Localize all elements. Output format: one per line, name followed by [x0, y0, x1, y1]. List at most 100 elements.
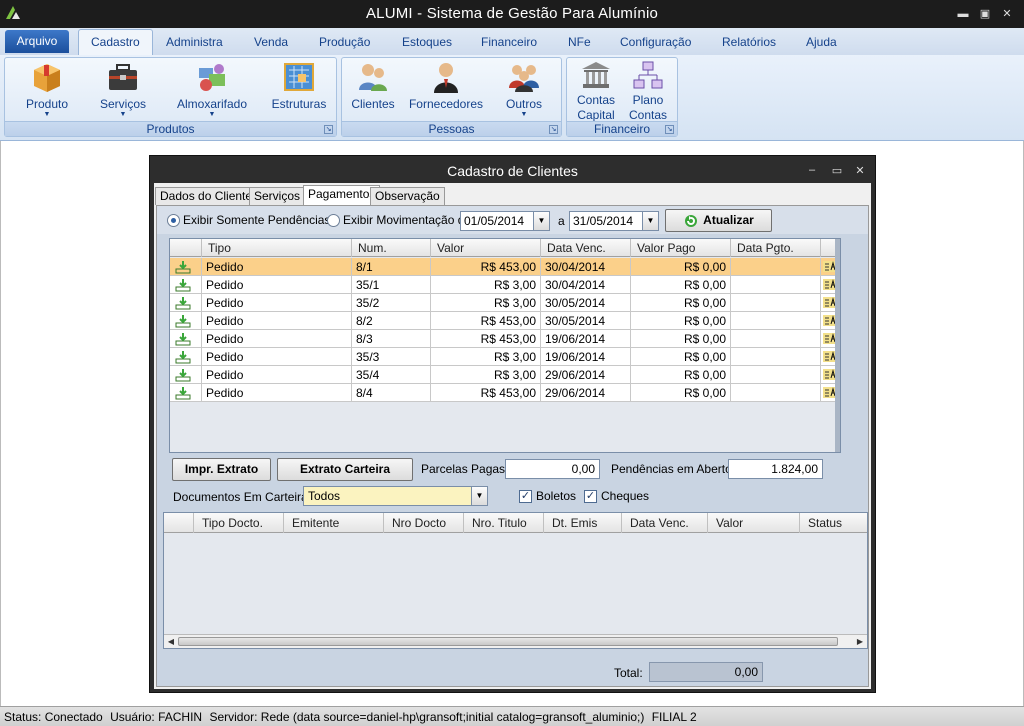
row-selector[interactable] — [170, 312, 202, 330]
col-header-nro-titulo[interactable]: Nro. Titulo — [464, 513, 544, 533]
servicos-button[interactable]: Serviços ▼ — [95, 60, 151, 119]
cell-tipo: Pedido — [202, 294, 352, 312]
dialog-launcher-icon[interactable]: ↘ — [549, 125, 558, 134]
col-header-num[interactable]: Num. — [352, 239, 431, 257]
plano-contas-label-1: Plano — [632, 93, 664, 107]
impr-extrato-button[interactable]: Impr. Extrato — [172, 458, 271, 481]
row-selector[interactable] — [170, 366, 202, 384]
tab-servicos[interactable]: Serviços — [249, 187, 306, 205]
dialog-launcher-icon[interactable]: ↘ — [665, 125, 674, 134]
pendencias-field[interactable]: 1.824,00 — [728, 459, 823, 479]
radio-movement[interactable]: Exibir Movimentação de: — [327, 213, 474, 227]
tab-relatorios[interactable]: Relatórios — [722, 35, 776, 49]
table-row[interactable]: Pedido 35/4 R$ 3,00 29/06/2014 R$ 0,00 — [170, 366, 840, 384]
tab-estoques[interactable]: Estoques — [402, 35, 452, 49]
wallet-grid-hscrollbar[interactable]: ◀ ▶ — [164, 634, 867, 648]
tab-producao[interactable]: Produção — [319, 35, 370, 49]
payments-grid[interactable]: Tipo Num. Valor Data Venc. Valor Pago Da… — [169, 238, 841, 453]
restore-button[interactable]: ▣ — [976, 6, 994, 22]
tab-pagamentos[interactable]: Pagamentos — [303, 185, 381, 205]
tab-nfe[interactable]: NFe — [568, 35, 591, 49]
chevron-down-icon[interactable]: ▼ — [471, 487, 487, 505]
radio-movement-indicator[interactable] — [327, 213, 340, 227]
plano-contas-button[interactable]: Plano Contas — [625, 60, 671, 123]
payments-grid-scrollbar[interactable] — [835, 239, 840, 452]
row-selector[interactable] — [170, 258, 202, 276]
almoxarifado-button[interactable]: Almoxarifado ▼ — [172, 60, 252, 119]
row-selector[interactable] — [170, 330, 202, 348]
row-selector[interactable] — [170, 348, 202, 366]
cell-valor: R$ 453,00 — [431, 258, 541, 276]
clientes-button[interactable]: Clientes — [350, 60, 396, 111]
tab-financeiro[interactable]: Financeiro — [481, 35, 537, 49]
parcelas-pagas-field[interactable]: 0,00 — [505, 459, 600, 479]
tab-cadastro[interactable]: Cadastro — [78, 29, 153, 56]
cheques-checkbox[interactable]: ✓ Cheques — [584, 489, 649, 503]
col-header-data-venc[interactable]: Data Venc. — [622, 513, 708, 533]
dialog-launcher-icon[interactable]: ↘ — [324, 125, 333, 134]
row-selector[interactable] — [170, 384, 202, 402]
row-selector[interactable] — [170, 294, 202, 312]
chevron-down-icon[interactable]: ▼ — [533, 212, 549, 230]
extrato-carteira-button[interactable]: Extrato Carteira — [277, 458, 413, 481]
table-row[interactable]: Pedido 35/3 R$ 3,00 19/06/2014 R$ 0,00 — [170, 348, 840, 366]
child-minimize-button[interactable]: – — [804, 164, 820, 176]
ribbon-group-label: Pessoas — [342, 121, 561, 136]
clientes-label: Clientes — [351, 97, 395, 111]
produto-button[interactable]: Produto ▼ — [19, 60, 75, 119]
col-header-status[interactable]: Status — [800, 513, 867, 533]
atualizar-button[interactable]: Atualizar — [665, 209, 772, 232]
child-close-button[interactable]: ✕ — [852, 164, 868, 177]
date-from-picker[interactable]: 01/05/2014 ▼ — [460, 211, 550, 231]
users-icon — [359, 64, 387, 91]
tab-ajuda[interactable]: Ajuda — [806, 35, 837, 49]
col-header-emitente[interactable]: Emitente — [284, 513, 384, 533]
radio-pending-indicator[interactable] — [167, 213, 180, 227]
scroll-right-icon[interactable]: ▶ — [853, 635, 867, 648]
scroll-left-icon[interactable]: ◀ — [164, 635, 178, 648]
col-header-valor[interactable]: Valor — [431, 239, 541, 257]
col-header-data-venc[interactable]: Data Venc. — [541, 239, 631, 257]
date-to-value: 31/05/2014 — [573, 214, 634, 228]
cell-pgto — [731, 312, 821, 330]
col-header-tipo-docto[interactable]: Tipo Docto. — [194, 513, 284, 533]
table-row[interactable]: Pedido 35/2 R$ 3,00 30/05/2014 R$ 0,00 — [170, 294, 840, 312]
col-header-valor[interactable]: Valor — [708, 513, 800, 533]
estruturas-button[interactable]: Estruturas — [269, 60, 329, 111]
tab-venda[interactable]: Venda — [254, 35, 288, 49]
check-icon[interactable]: ✓ — [584, 489, 597, 503]
col-header-data-pgto[interactable]: Data Pgto. — [731, 239, 821, 257]
tab-observacao[interactable]: Observação — [370, 187, 445, 205]
contas-capital-button[interactable]: Contas Capital — [573, 60, 619, 123]
table-row[interactable]: Pedido 8/1 R$ 453,00 30/04/2014 R$ 0,00 — [170, 258, 840, 276]
chevron-down-icon[interactable]: ▼ — [642, 212, 658, 230]
col-header-dt-emis[interactable]: Dt. Emis — [544, 513, 622, 533]
outros-button[interactable]: Outros ▼ — [500, 60, 548, 119]
tab-administra[interactable]: Administra — [166, 35, 223, 49]
table-row[interactable]: Pedido 35/1 R$ 3,00 30/04/2014 R$ 0,00 — [170, 276, 840, 294]
boletos-checkbox[interactable]: ✓ Boletos — [519, 489, 576, 503]
col-header-valor-pago[interactable]: Valor Pago — [631, 239, 731, 257]
tab-dados-do-cliente[interactable]: Dados do Cliente — [155, 187, 258, 205]
wallet-grid[interactable]: Tipo Docto. Emitente Nro Docto Nro. Titu… — [163, 512, 868, 649]
check-icon[interactable]: ✓ — [519, 489, 532, 503]
col-header-tipo[interactable]: Tipo — [202, 239, 352, 257]
radio-pending-label: Exibir Somente Pendências — [183, 213, 331, 227]
table-row[interactable]: Pedido 8/3 R$ 453,00 19/06/2014 R$ 0,00 — [170, 330, 840, 348]
child-maximize-button[interactable]: ▭ — [829, 164, 845, 177]
close-button[interactable]: ✕ — [998, 6, 1016, 22]
fornecedores-button[interactable]: Fornecedores — [408, 60, 484, 111]
cell-tipo: Pedido — [202, 384, 352, 402]
table-row[interactable]: Pedido 8/4 R$ 453,00 29/06/2014 R$ 0,00 — [170, 384, 840, 402]
download-icon — [175, 387, 191, 400]
table-row[interactable]: Pedido 8/2 R$ 453,00 30/05/2014 R$ 0,00 — [170, 312, 840, 330]
documentos-carteira-select[interactable]: Todos ▼ — [303, 486, 488, 506]
scroll-thumb[interactable] — [178, 637, 838, 646]
date-to-picker[interactable]: 31/05/2014 ▼ — [569, 211, 659, 231]
arquivo-menu-button[interactable]: Arquivo — [5, 30, 69, 53]
col-header-nro-docto[interactable]: Nro Docto — [384, 513, 464, 533]
minimize-button[interactable]: ▬ — [954, 6, 972, 22]
tab-configuracao[interactable]: Configuração — [620, 35, 691, 49]
radio-pending[interactable]: Exibir Somente Pendências — [167, 213, 330, 227]
row-selector[interactable] — [170, 276, 202, 294]
